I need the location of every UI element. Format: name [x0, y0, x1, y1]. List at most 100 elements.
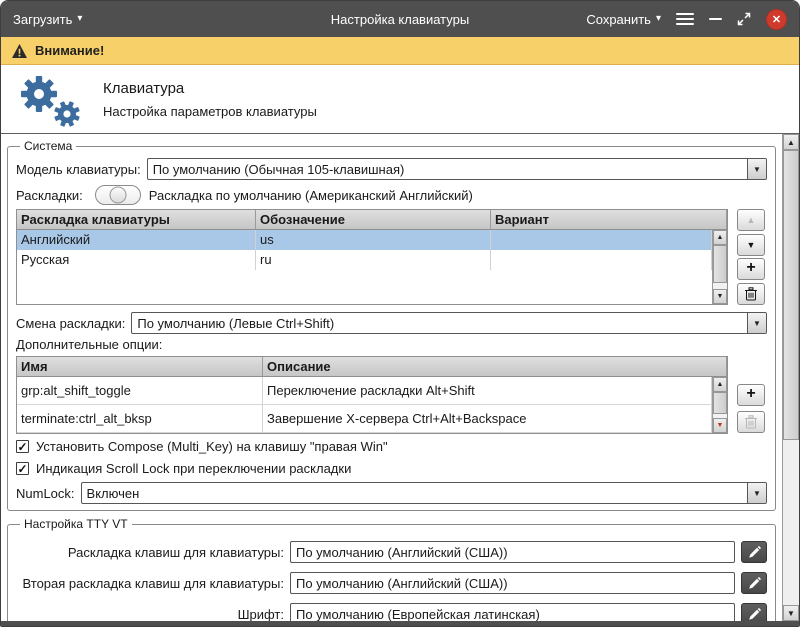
trash-icon — [745, 287, 757, 301]
pencil-icon — [748, 546, 761, 559]
scroll-up-button[interactable]: ▲ — [713, 230, 727, 245]
edit-tty-layout-button[interactable] — [741, 541, 767, 563]
check-icon: ✓ — [17, 441, 27, 453]
system-group: Система Модель клавиатуры: По умолчанию … — [7, 139, 776, 511]
tty-group-legend: Настройка TTY VT — [20, 517, 132, 531]
tty-layout-row: Раскладка клавиш для клавиатуры: По умол… — [16, 540, 767, 564]
check-icon: ✓ — [17, 463, 27, 475]
add-option-button[interactable]: + — [737, 384, 765, 406]
content: Система Модель клавиатуры: По умолчанию … — [1, 134, 782, 621]
table-cell: ru — [256, 250, 491, 270]
scroll-up-button[interactable]: ▲ — [783, 134, 799, 150]
trash-icon — [745, 415, 757, 429]
delete-layout-button[interactable] — [737, 283, 765, 305]
scrolllock-checkbox[interactable]: ✓ Индикация Scroll Lock при переключении… — [16, 458, 767, 479]
compose-checkbox-label: Установить Compose (Multi_Key) на клавиш… — [36, 439, 388, 454]
chevron-down-icon: ▼ — [747, 159, 766, 179]
menu-button[interactable] — [676, 13, 694, 25]
save-menu-button[interactable]: Сохранить ▾ — [586, 12, 661, 27]
table-row[interactable]: Английский us — [17, 230, 712, 250]
table-cell: grp:alt_shift_toggle — [17, 377, 263, 404]
chevron-down-icon: ▾ — [656, 14, 661, 24]
numlock-select[interactable]: Включен ▼ — [81, 482, 767, 504]
minimize-button[interactable] — [709, 18, 722, 20]
switch-combo-select[interactable]: По умолчанию (Левые Ctrl+Shift) ▼ — [131, 312, 767, 334]
options-table-body: grp:alt_shift_toggle Переключение раскла… — [17, 377, 712, 433]
table-cell: us — [256, 230, 491, 250]
main-area: Система Модель клавиатуры: По умолчанию … — [1, 133, 799, 621]
tty-font-field[interactable]: По умолчанию (Европейская латинская) — [290, 603, 735, 621]
scroll-thumb[interactable] — [713, 392, 727, 414]
warning-icon — [11, 43, 28, 59]
main-scrollbar: ▲ ▼ — [782, 134, 799, 621]
scroll-thumb[interactable] — [783, 150, 799, 440]
keyboard-model-label: Модель клавиатуры: — [16, 162, 141, 177]
column-header-code[interactable]: Обозначение — [256, 210, 491, 229]
column-header-layout[interactable]: Раскладка клавиатуры — [17, 210, 256, 229]
layouts-label: Раскладки: — [16, 188, 83, 203]
table-cell — [491, 250, 712, 270]
scroll-thumb[interactable] — [713, 245, 727, 283]
compose-checkbox[interactable]: ✓ Установить Compose (Multi_Key) на клав… — [16, 436, 767, 457]
tty-group: Настройка TTY VT Раскладка клавиш для кл… — [7, 517, 776, 621]
keyboard-model-select[interactable]: По умолчанию (Обычная 105-клавишная) ▼ — [147, 158, 767, 180]
move-down-button[interactable]: ▼ — [737, 234, 765, 256]
page-title: Клавиатура — [103, 80, 317, 97]
scroll-track[interactable] — [713, 245, 727, 289]
default-layout-toggle[interactable] — [95, 185, 141, 205]
close-button[interactable]: ✕ — [766, 9, 787, 30]
scroll-down-button[interactable]: ▼ — [713, 289, 727, 304]
arrow-up-icon: ▲ — [747, 215, 756, 225]
table-cell: Английский — [17, 230, 256, 250]
column-header-variant[interactable]: Вариант — [491, 210, 727, 229]
table-row[interactable]: grp:alt_shift_toggle Переключение раскла… — [17, 377, 712, 405]
arrow-down-icon: ▼ — [717, 293, 724, 300]
tty-layout2-field[interactable]: По умолчанию (Английский (США)) — [290, 572, 735, 594]
close-icon: ✕ — [772, 13, 781, 26]
warning-text: Внимание! — [35, 43, 104, 58]
scroll-up-button[interactable]: ▲ — [713, 377, 727, 392]
tty-layout-label: Раскладка клавиш для клавиатуры: — [16, 545, 284, 560]
layout-table-buttons: ▲ ▼ + — [737, 209, 765, 305]
load-menu-button[interactable]: Загрузить ▾ — [13, 12, 82, 27]
checkbox-checked: ✓ — [16, 462, 29, 475]
table-cell: Русская — [17, 250, 256, 270]
layout-table: Раскладка клавиатуры Обозначение Вариант… — [16, 209, 728, 305]
edit-tty-layout2-button[interactable] — [741, 572, 767, 594]
pencil-icon — [748, 577, 761, 590]
window-bottom-edge — [1, 621, 799, 626]
move-up-button[interactable]: ▲ — [737, 209, 765, 231]
column-header-name[interactable]: Имя — [17, 357, 263, 376]
tty-layout2-row: Вторая раскладка клавиш для клавиатуры: … — [16, 571, 767, 595]
switch-combo-value: По умолчанию (Левые Ctrl+Shift) — [132, 313, 747, 333]
maximize-button[interactable] — [737, 12, 751, 26]
table-row[interactable]: terminate:ctrl_alt_bksp Завершение X-сер… — [17, 405, 712, 433]
expand-icon — [737, 12, 751, 26]
add-layout-button[interactable]: + — [737, 258, 765, 280]
scroll-track[interactable] — [713, 392, 727, 418]
options-label: Дополнительные опции: — [16, 337, 767, 354]
delete-option-button[interactable] — [737, 411, 765, 433]
tty-font-row: Шрифт: По умолчанию (Европейская латинск… — [16, 602, 767, 621]
pencil-icon — [748, 608, 761, 621]
titlebar: Настройка клавиатуры Загрузить ▾ Сохрани… — [1, 1, 799, 37]
tty-layout-field[interactable]: По умолчанию (Английский (США)) — [290, 541, 735, 563]
arrow-down-icon: ▼ — [747, 240, 756, 250]
load-menu-label: Загрузить — [13, 12, 72, 27]
scroll-down-button[interactable]: ▼ — [783, 605, 799, 621]
layout-table-scrollbar: ▲ ▼ — [712, 230, 727, 304]
table-row[interactable]: Русская ru — [17, 250, 712, 270]
edit-tty-font-button[interactable] — [741, 603, 767, 621]
chevron-down-icon: ▾ — [77, 14, 82, 24]
arrow-up-icon: ▲ — [717, 234, 724, 241]
chevron-down-icon: ▼ — [747, 483, 766, 503]
scroll-track[interactable] — [783, 150, 799, 605]
hamburger-icon — [676, 13, 694, 15]
options-table-buttons: + — [737, 356, 765, 434]
column-header-description[interactable]: Описание — [263, 357, 727, 376]
app-header: Клавиатура Настройка параметров клавиату… — [1, 65, 799, 133]
numlock-value: Включен — [82, 483, 747, 503]
table-cell: terminate:ctrl_alt_bksp — [17, 405, 263, 432]
scroll-down-button[interactable]: ▼ — [713, 418, 727, 433]
options-table-area: Имя Описание grp:alt_shift_toggle Перекл… — [16, 356, 767, 434]
